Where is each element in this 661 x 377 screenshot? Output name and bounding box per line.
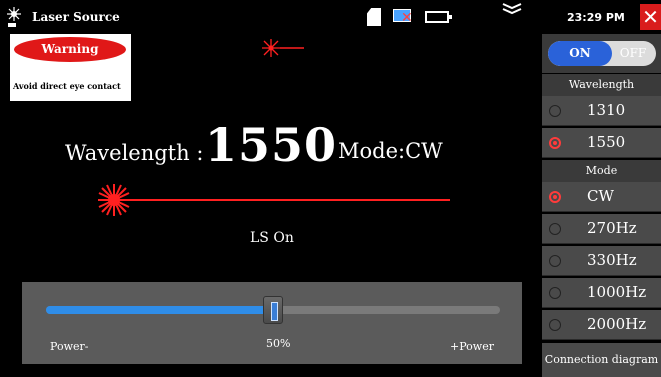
- option-label: 2000Hz: [587, 315, 647, 333]
- wavelength-option-1550[interactable]: 1550: [542, 128, 661, 158]
- option-label: 1000Hz: [587, 283, 647, 301]
- mode-option-1000hz[interactable]: 1000Hz: [542, 278, 661, 308]
- toggle-on[interactable]: ON: [548, 41, 612, 66]
- radio-icon: [549, 319, 561, 331]
- power-minus-label[interactable]: Power-: [50, 340, 88, 353]
- mode-option-2000hz[interactable]: 2000Hz: [542, 310, 661, 340]
- radio-icon: [549, 105, 561, 117]
- clock: 23:29 PM: [567, 11, 625, 24]
- mode-label: Mode:CW: [338, 139, 443, 163]
- title-bar: Laser Source ✕ 23:29 PM ✕: [0, 0, 661, 34]
- radio-icon: [549, 255, 561, 267]
- mode-option-330hz[interactable]: 330Hz: [542, 246, 661, 276]
- option-label: 330Hz: [587, 251, 637, 269]
- app-title: Laser Source: [32, 10, 120, 24]
- right-panel: ON OFF Wavelength 1310 1550 Mode CW 270H…: [542, 34, 661, 377]
- close-button[interactable]: ✕: [640, 4, 661, 30]
- power-toggle-row: ON OFF: [542, 34, 661, 73]
- laser-status: LS On: [250, 230, 294, 246]
- laser-app-icon: [7, 7, 21, 27]
- battery-icon: [425, 11, 452, 23]
- power-slider-fill: [46, 306, 273, 314]
- radio-icon: [549, 287, 561, 299]
- option-label: CW: [587, 187, 614, 205]
- network-error-icon: ✕: [391, 8, 415, 26]
- power-plus-label[interactable]: +Power: [450, 340, 494, 353]
- power-panel: Power- 50% +Power: [22, 282, 522, 364]
- power-slider[interactable]: [46, 296, 500, 324]
- toggle-off[interactable]: OFF: [610, 41, 656, 66]
- sd-card-icon: [367, 8, 381, 26]
- wavelength-value: 1550: [205, 118, 338, 172]
- wavelength-label: Wavelength :: [65, 141, 204, 165]
- laser-beam-icon-small: [262, 39, 304, 57]
- power-slider-thumb[interactable]: [263, 296, 283, 324]
- radio-icon: [549, 191, 561, 203]
- mode-option-270hz[interactable]: 270Hz: [542, 214, 661, 244]
- warning-box: Warning Avoid direct eye contact: [10, 34, 131, 101]
- option-label: 1310: [587, 101, 626, 119]
- power-percent: 50%: [266, 337, 291, 350]
- on-off-toggle[interactable]: ON OFF: [548, 41, 656, 66]
- laser-beam-icon: [98, 184, 450, 216]
- mode-option-cw[interactable]: CW: [542, 182, 661, 212]
- warning-badge: Warning: [14, 37, 126, 62]
- mode-header: Mode: [542, 160, 661, 182]
- connection-diagram-button[interactable]: Connection diagram: [542, 343, 661, 377]
- wavelength-header: Wavelength: [542, 74, 661, 96]
- radio-icon: [549, 223, 561, 235]
- option-label: 270Hz: [587, 219, 637, 237]
- radio-icon: [549, 137, 561, 149]
- wavelength-option-1310[interactable]: 1310: [542, 96, 661, 126]
- chevron-icon[interactable]: [500, 0, 524, 20]
- status-icons: ✕: [367, 6, 452, 28]
- close-icon: ✕: [642, 5, 659, 29]
- option-label: 1550: [587, 133, 626, 151]
- warning-text: Avoid direct eye contact: [13, 81, 121, 91]
